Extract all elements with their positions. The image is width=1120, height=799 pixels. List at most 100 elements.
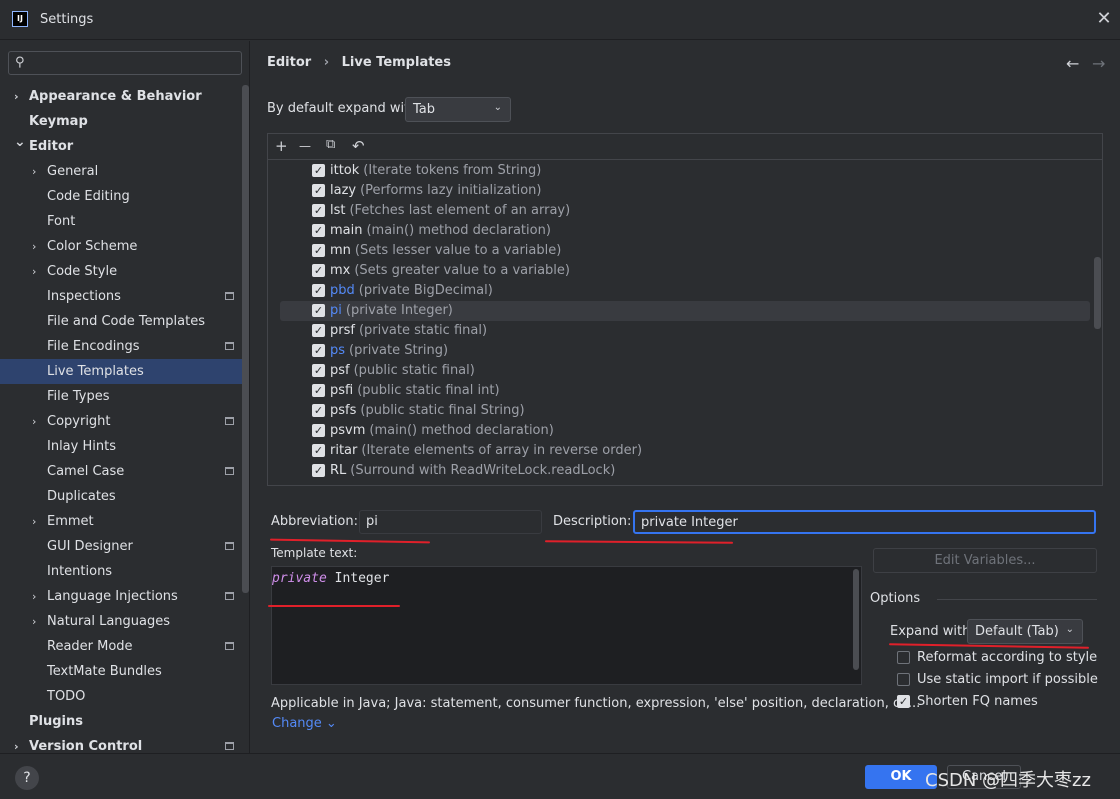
search-box[interactable]: ⚲ (8, 51, 242, 75)
sidebar-item-natural-languages[interactable]: › Natural Languages (0, 609, 242, 634)
template-abbr-text: RL (330, 463, 347, 478)
restore-icon[interactable]: ↶ (352, 137, 365, 155)
add-icon[interactable]: + (275, 137, 288, 155)
sidebar-item-language-injections[interactable]: › Language Injections (0, 584, 242, 609)
template-row-ittok[interactable]: ✓ ittok (Iterate tokens from String) (280, 161, 1090, 181)
sidebar-item-font[interactable]: Font (0, 209, 242, 234)
template-rest: Integer (326, 571, 390, 586)
template-row-pi[interactable]: ✓ pi (private Integer) (280, 301, 1090, 321)
chevron-icon[interactable]: › (14, 84, 19, 109)
template-enabled-checkbox[interactable]: ✓ (312, 244, 325, 257)
templates-scrollbar[interactable] (1094, 257, 1101, 329)
template-description: (private BigDecimal) (358, 283, 493, 298)
sidebar-item-textmate-bundles[interactable]: TextMate Bundles (0, 659, 242, 684)
default-expand-select[interactable]: Tab ⌄ (405, 97, 511, 122)
sidebar-item-label: Color Scheme (47, 239, 138, 254)
sidebar-item-editor[interactable]: ⌄ Editor (0, 134, 242, 159)
template-enabled-checkbox[interactable]: ✓ (312, 304, 325, 317)
breadcrumb-root[interactable]: Editor (267, 55, 311, 70)
chevron-icon[interactable]: › (32, 409, 36, 434)
template-row-main[interactable]: ✓ main (main() method declaration) (280, 221, 1090, 241)
template-row-lst[interactable]: ✓ lst (Fetches last element of an array) (280, 201, 1090, 221)
sidebar-item-gui-designer[interactable]: GUI Designer (0, 534, 242, 559)
back-arrow-icon[interactable]: ← (1066, 54, 1079, 73)
sidebar-item-intentions[interactable]: Intentions (0, 559, 242, 584)
chevron-icon[interactable]: › (32, 584, 36, 609)
sidebar-item-live-templates[interactable]: Live Templates (0, 359, 242, 384)
change-contexts-link[interactable]: Change ⌄ (272, 716, 337, 731)
sidebar-item-todo[interactable]: TODO (0, 684, 242, 709)
help-icon[interactable]: ? (15, 766, 39, 790)
template-row-mx[interactable]: ✓ mx (Sets greater value to a variable) (280, 261, 1090, 281)
sidebar-item-appearance-behavior[interactable]: › Appearance & Behavior (0, 84, 242, 109)
sidebar-item-file-types[interactable]: File Types (0, 384, 242, 409)
sidebar-item-inlay-hints[interactable]: Inlay Hints (0, 434, 242, 459)
sidebar-item-plugins[interactable]: Plugins (0, 709, 242, 734)
template-enabled-checkbox[interactable]: ✓ (312, 404, 325, 417)
template-enabled-checkbox[interactable]: ✓ (312, 264, 325, 277)
template-enabled-checkbox[interactable]: ✓ (312, 204, 325, 217)
template-enabled-checkbox[interactable]: ✓ (312, 364, 325, 377)
template-abbreviation: main (main() method declaration) (330, 221, 551, 241)
template-text-editor[interactable]: private Integer (271, 566, 862, 685)
template-enabled-checkbox[interactable]: ✓ (312, 384, 325, 397)
template-row-psvm[interactable]: ✓ psvm (main() method declaration) (280, 421, 1090, 441)
template-row-psfi[interactable]: ✓ psfi (public static final int) (280, 381, 1090, 401)
sidebar-item-file-encodings[interactable]: File Encodings (0, 334, 242, 359)
search-input[interactable] (35, 54, 235, 72)
template-row-psf[interactable]: ✓ psf (public static final) (280, 361, 1090, 381)
template-row-rl[interactable]: ✓ RL (Surround with ReadWriteLock.readLock… (280, 461, 1090, 481)
chevron-icon[interactable]: ⌄ (14, 130, 26, 155)
abbreviation-field[interactable]: pi (359, 510, 542, 534)
expand-with-select[interactable]: Default (Tab) ⌄ (967, 619, 1083, 644)
template-row-ritar[interactable]: ✓ ritar (Iterate elements of array in reve… (280, 441, 1090, 461)
sidebar-item-label: Reader Mode (47, 639, 133, 654)
chevron-icon[interactable]: › (32, 259, 36, 284)
reformat-checkbox[interactable] (897, 651, 910, 664)
sidebar-item-emmet[interactable]: › Emmet (0, 509, 242, 534)
sidebar-item-code-style[interactable]: › Code Style (0, 259, 242, 284)
sidebar-item-label: Duplicates (47, 489, 116, 504)
template-enabled-checkbox[interactable]: ✓ (312, 324, 325, 337)
template-enabled-checkbox[interactable]: ✓ (312, 164, 325, 177)
template-row-pbd[interactable]: ✓ pbd (private BigDecimal) (280, 281, 1090, 301)
template-enabled-checkbox[interactable]: ✓ (312, 444, 325, 457)
sidebar-item-general[interactable]: › General (0, 159, 242, 184)
template-row-prsf[interactable]: ✓ prsf (private static final) (280, 321, 1090, 341)
forward-arrow-icon[interactable]: → (1092, 54, 1105, 73)
shorten-fq-checkbox[interactable]: ✓ (897, 695, 910, 708)
chevron-icon[interactable]: › (32, 609, 36, 634)
sidebar-item-copyright[interactable]: › Copyright (0, 409, 242, 434)
sidebar-item-inspections[interactable]: Inspections (0, 284, 242, 309)
template-row-lazy[interactable]: ✓ lazy (Performs lazy initialization) (280, 181, 1090, 201)
sidebar-item-reader-mode[interactable]: Reader Mode (0, 634, 242, 659)
editor-scrollbar[interactable] (853, 569, 859, 670)
sidebar-item-file-and-code-templates[interactable]: File and Code Templates (0, 309, 242, 334)
chevron-icon[interactable]: › (32, 159, 36, 184)
template-enabled-checkbox[interactable]: ✓ (312, 464, 325, 477)
sidebar-scrollbar[interactable] (242, 85, 249, 593)
template-enabled-checkbox[interactable]: ✓ (312, 424, 325, 437)
copy-icon[interactable]: ⧉ (326, 137, 335, 152)
template-row-ps[interactable]: ✓ ps (private String) (280, 341, 1090, 361)
sidebar-item-code-editing[interactable]: Code Editing (0, 184, 242, 209)
template-row-psfs[interactable]: ✓ psfs (public static final String) (280, 401, 1090, 421)
template-enabled-checkbox[interactable]: ✓ (312, 184, 325, 197)
close-icon[interactable]: ✕ (1093, 8, 1115, 30)
sidebar-item-color-scheme[interactable]: › Color Scheme (0, 234, 242, 259)
remove-icon[interactable]: — (299, 139, 311, 153)
static-import-checkbox[interactable] (897, 673, 910, 686)
sidebar-item-keymap[interactable]: Keymap (0, 109, 242, 134)
sidebar-item-camel-case[interactable]: Camel Case (0, 459, 242, 484)
template-enabled-checkbox[interactable]: ✓ (312, 284, 325, 297)
chevron-icon[interactable]: › (32, 234, 36, 259)
template-enabled-checkbox[interactable]: ✓ (312, 344, 325, 357)
edit-variables-button[interactable]: Edit Variables... (873, 548, 1097, 573)
template-row-mn[interactable]: ✓ mn (Sets lesser value to a variable) (280, 241, 1090, 261)
project-scope-icon (225, 742, 234, 750)
chevron-icon[interactable]: › (32, 509, 36, 534)
sidebar-item-label: Font (47, 214, 76, 229)
template-enabled-checkbox[interactable]: ✓ (312, 224, 325, 237)
description-field[interactable]: private Integer (633, 510, 1096, 534)
sidebar-item-duplicates[interactable]: Duplicates (0, 484, 242, 509)
